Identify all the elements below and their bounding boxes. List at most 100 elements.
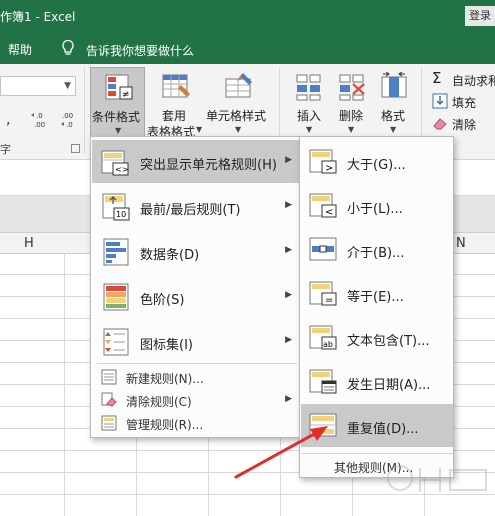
menu-item-color-scales[interactable]: 色阶(S) ▶ <box>92 275 300 318</box>
menu-item-new-rule[interactable]: 新建规则(N)... <box>92 366 300 388</box>
submenu-arrow-icon: ▶ <box>285 245 292 255</box>
menu-item-less-than[interactable]: < 小于(L)... <box>301 184 453 227</box>
menu-label: 突出显示单元格规则(H) <box>140 158 277 173</box>
svg-text:.00: .00 <box>34 121 45 129</box>
menu-item-icon-sets[interactable]: 图标集(I) ▶ <box>92 320 300 363</box>
chevron-down-icon: ▼ <box>196 125 203 134</box>
menu-item-highlight-cells-rules[interactable]: <> 突出显示单元格规则(H) ▶ <box>92 140 300 183</box>
menu-item-duplicate-values[interactable]: 重复值(D)... <box>301 404 453 447</box>
menu-label: 等于(E)... <box>347 290 404 305</box>
chevron-down-icon: ▼ <box>348 125 355 134</box>
decrease-decimal-button[interactable]: .00 .0 <box>58 110 80 130</box>
number-group-label: 字 <box>0 143 11 156</box>
cell-styles-icon <box>225 73 252 98</box>
column-header-n[interactable]: N <box>456 236 466 251</box>
format-as-table-icon <box>162 74 190 98</box>
format-label: 格式 <box>381 109 406 123</box>
menu-item-data-bars[interactable]: 数据条(D) ▶ <box>92 230 300 273</box>
menu-item-top-bottom-rules[interactable]: 10 最前/最后规则(T) ▶ <box>92 185 300 228</box>
autosum-label: 自动求和 <box>452 74 495 88</box>
highlight-cells-rules-submenu: > 大于(G)... < 小于(L)... 介于(B)... = 等于(E)..… <box>299 136 454 478</box>
eraser-icon <box>433 118 447 130</box>
format-cells-icon <box>381 71 407 98</box>
greater-than-icon: > <box>309 149 337 174</box>
delete-label: 删除 <box>339 109 364 123</box>
excel-window: 作簿1 - Excel 登录 帮助 告诉我你想要做什么 ▼ , .0 .00 .… <box>0 0 495 516</box>
submenu-arrow-icon: ▶ <box>285 335 292 345</box>
svg-text:ab: ab <box>323 340 333 349</box>
svg-text:.0: .0 <box>36 112 43 120</box>
increase-decimal-button[interactable]: .0 .00 <box>30 110 52 130</box>
between-icon <box>309 237 337 261</box>
svg-text:.0: .0 <box>66 121 73 129</box>
top-bottom-rules-icon: 10 <box>102 193 130 221</box>
format-as-table-label-1: 套用 <box>162 109 187 123</box>
menu-label: 文本包含(T)... <box>347 334 430 349</box>
tell-me-search[interactable]: 告诉我你想要做什么 <box>86 42 194 59</box>
menu-label: 新建规则(N)... <box>126 372 204 386</box>
dialog-launcher-icon[interactable] <box>71 144 80 153</box>
submenu-arrow-icon: ▶ <box>285 200 292 210</box>
login-button[interactable]: 登录 <box>465 6 495 26</box>
menu-item-text-contains[interactable]: ab 文本包含(T)... <box>301 316 453 359</box>
svg-text:10: 10 <box>116 210 126 219</box>
menu-item-greater-than[interactable]: > 大于(G)... <box>301 140 453 183</box>
menu-item-between[interactable]: 介于(B)... <box>301 228 453 271</box>
svg-text:<>: <> <box>115 165 128 174</box>
menu-label: 大于(G)... <box>347 158 406 173</box>
text-contains-icon: ab <box>309 325 337 350</box>
conditional-formatting-menu: <> 突出显示单元格规则(H) ▶ 10 最前/最后规则(T) ▶ 数据条(D)… <box>90 136 302 438</box>
cell-styles-button[interactable]: 单元格样式 ▼ <box>206 67 272 139</box>
title-bar: 作簿1 - Excel 登录 <box>0 0 495 33</box>
sigma-icon: Σ <box>432 69 442 87</box>
manage-rules-icon <box>101 415 117 431</box>
submenu-arrow-icon: ▶ <box>285 290 292 300</box>
menu-label: 最前/最后规则(T) <box>140 203 241 218</box>
format-as-table-button[interactable]: 套用 表格格式 ▼ <box>147 67 203 139</box>
clear-label: 清除 <box>452 118 477 132</box>
new-rule-icon <box>101 369 117 385</box>
fill-label: 填充 <box>452 96 477 110</box>
menu-item-clear-rules[interactable]: 清除规则(C) ▶ <box>92 389 300 411</box>
data-bars-icon <box>103 238 129 266</box>
chevron-down-icon: ▼ <box>390 125 397 134</box>
insert-cells-button[interactable]: 插入 ▼ <box>288 67 330 139</box>
menu-item-date-occurring[interactable]: 发生日期(A)... <box>301 360 453 403</box>
conditional-formatting-button[interactable]: ≠ 条件格式 ▼ <box>90 67 145 139</box>
menu-label: 色阶(S) <box>140 293 185 308</box>
svg-text:=: = <box>325 295 333 306</box>
tab-help[interactable]: 帮助 <box>8 41 32 58</box>
menu-label: 清除规则(C) <box>126 395 192 409</box>
conditional-formatting-icon: ≠ <box>105 74 133 100</box>
window-title: 作簿1 - Excel <box>0 10 76 24</box>
color-scales-icon <box>103 283 129 311</box>
delete-cells-button[interactable]: 删除 ▼ <box>332 67 372 139</box>
chevron-down-icon: ▼ <box>115 126 122 135</box>
less-than-icon: < <box>309 193 337 218</box>
submenu-arrow-icon: ▶ <box>285 155 292 165</box>
menu-item-equal-to[interactable]: = 等于(E)... <box>301 272 453 315</box>
comma-style-button[interactable]: , <box>6 112 10 128</box>
menu-label: 数据条(D) <box>140 248 200 263</box>
column-header-h[interactable]: H <box>24 236 34 251</box>
chevron-down-icon: ▼ <box>306 125 313 134</box>
clear-rules-icon <box>101 392 117 407</box>
menu-label: 图标集(I) <box>140 338 193 353</box>
number-format-dropdown[interactable]: ▼ <box>0 76 76 96</box>
cell-styles-label: 单元格样式 <box>206 109 267 123</box>
conditional-formatting-label: 条件格式 <box>92 110 141 124</box>
menu-item-manage-rules[interactable]: 管理规则(R)... <box>92 412 300 434</box>
menu-label: 管理规则(R)... <box>126 418 204 432</box>
insert-label: 插入 <box>297 109 322 123</box>
menu-label: 介于(B)... <box>347 246 405 261</box>
fill-down-icon <box>432 93 448 109</box>
menu-label: 重复值(D)... <box>347 422 419 437</box>
format-cells-button[interactable]: 格式 ▼ <box>374 67 414 139</box>
svg-text:<: < <box>325 207 333 218</box>
duplicate-values-icon <box>309 413 337 437</box>
delete-cells-icon <box>339 74 365 101</box>
equal-to-icon: = <box>309 281 337 306</box>
submenu-arrow-icon: ▶ <box>285 394 292 404</box>
lightbulb-icon <box>62 39 74 55</box>
increase-decimal-icon: .0 .00 <box>31 112 45 129</box>
